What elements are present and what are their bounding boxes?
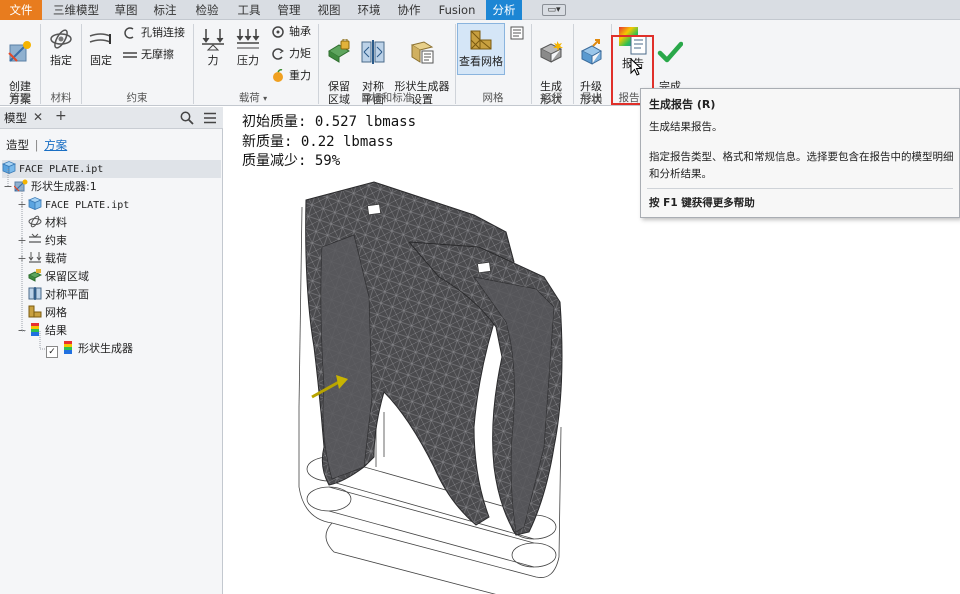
group-label-manage: 管理 bbox=[9, 92, 31, 104]
pin-hole-icon bbox=[124, 27, 134, 39]
gravity-button[interactable]: 重力 bbox=[270, 69, 311, 83]
mesh-settings-button[interactable] bbox=[509, 26, 528, 40]
tree-connector-lines bbox=[7, 169, 46, 350]
create-plan-icon bbox=[8, 41, 31, 62]
fixed-constraint-button[interactable]: 固定 bbox=[85, 26, 117, 67]
tooltip-title: 生成报告 (R) bbox=[649, 98, 716, 111]
group-label-material: 材料 bbox=[50, 92, 72, 104]
menu-tab-bar: 文件 三维模型 草图 标注 检验 工具 管理 视图 环境 协作 Fusion 分… bbox=[0, 0, 960, 20]
frictionless-icon bbox=[123, 52, 137, 58]
tab-analysis[interactable]: 分析 bbox=[486, 0, 522, 20]
tab-environments[interactable]: 环境 bbox=[352, 0, 386, 20]
fixed-constraint-icon bbox=[89, 33, 111, 44]
tab-file[interactable]: 文件 bbox=[0, 0, 42, 20]
tab-collaborate[interactable]: 协作 bbox=[392, 0, 426, 20]
tooltip-summary: 生成结果报告。 bbox=[649, 121, 723, 133]
optimized-mesh-body bbox=[305, 181, 563, 536]
frictionless-button[interactable]: 无摩擦 bbox=[122, 48, 174, 62]
frictionless-label: 无摩擦 bbox=[141, 48, 174, 61]
tab-fusion[interactable]: Fusion bbox=[434, 0, 480, 20]
tab-tools[interactable]: 工具 bbox=[232, 0, 266, 20]
fixed-label: 固定 bbox=[90, 54, 112, 67]
moment-icon bbox=[272, 48, 284, 60]
group-label-goals: 目标和标准 bbox=[360, 92, 414, 104]
results-icon bbox=[64, 341, 72, 354]
tab-manage[interactable]: 管理 bbox=[272, 0, 306, 20]
tab-3d-model[interactable]: 三维模型 bbox=[48, 0, 104, 20]
symmetry-plane-icon bbox=[361, 40, 385, 64]
pressure-icon bbox=[236, 29, 260, 49]
tab-sketch[interactable]: 草图 bbox=[110, 0, 142, 20]
group-label-constraints: 约束 bbox=[126, 92, 148, 104]
group-separator bbox=[318, 24, 319, 104]
group-label-export: 导出 bbox=[581, 92, 603, 104]
assign-material-icon bbox=[50, 29, 72, 49]
force-button[interactable]: 力 bbox=[197, 26, 229, 67]
bearing-label: 轴承 bbox=[289, 25, 311, 38]
group-label-mesh: 网格 bbox=[482, 92, 504, 104]
view-mesh-label: 查看网格 bbox=[459, 55, 503, 68]
loads-group-expand-icon[interactable]: ▾ bbox=[263, 94, 267, 103]
checkmark-icon bbox=[657, 41, 683, 63]
hamburger-menu-icon[interactable] bbox=[203, 112, 217, 124]
shape-generator-settings-icon bbox=[410, 41, 434, 64]
preserve-region-icon bbox=[328, 39, 350, 63]
moment-button[interactable]: 力矩 bbox=[270, 47, 311, 61]
assign-label: 指定 bbox=[50, 54, 72, 67]
generate-shape-icon bbox=[539, 41, 563, 63]
pin-hole-label: 孔销连接 bbox=[141, 26, 185, 39]
tooltip-help-text: 按 F1 键获得更多帮助 bbox=[649, 197, 755, 209]
loads-group-text: 载荷 bbox=[238, 92, 260, 104]
quick-access-dropdown[interactable]: ▭▾ bbox=[542, 4, 566, 16]
gravity-icon bbox=[273, 69, 283, 82]
pin-hole-button[interactable]: 孔销连接 bbox=[122, 26, 185, 40]
tab-annotate[interactable]: 标注 bbox=[148, 0, 182, 20]
force-icon bbox=[202, 29, 224, 51]
assign-material-button[interactable]: 指定 bbox=[44, 26, 78, 67]
tooltip-description: 指定报告类型、格式和常规信息。选择要包含在报告中的模型明细和分析结果。 bbox=[649, 151, 954, 180]
force-label: 力 bbox=[207, 54, 219, 67]
mesh-settings-icon bbox=[510, 26, 524, 40]
tooltip-divider bbox=[647, 188, 953, 189]
view-mesh-icon bbox=[470, 30, 492, 50]
tab-inspect[interactable]: 检验 bbox=[190, 0, 224, 20]
bearing-button[interactable]: 轴承 bbox=[270, 25, 311, 39]
promote-shape-icon bbox=[580, 39, 603, 65]
group-label-run: 运行 bbox=[541, 92, 563, 104]
tree-result-item-label: 形状生成器 bbox=[78, 342, 133, 355]
search-icon[interactable] bbox=[180, 111, 194, 125]
model-browser-panel: 模型 ✕ + 造型 | 方案 FACE PLATE.ipt − 形状生成器:1 +… bbox=[0, 107, 223, 594]
mouse-cursor-icon bbox=[630, 58, 643, 76]
view-mesh-button[interactable]: 查看网格 bbox=[457, 23, 505, 75]
pressure-label: 压力 bbox=[237, 54, 259, 67]
gravity-label: 重力 bbox=[289, 69, 311, 82]
bearing-icon bbox=[272, 26, 284, 38]
moment-label: 力矩 bbox=[289, 47, 311, 60]
report-tooltip: 生成报告 (R) 生成结果报告。 指定报告类型、格式和常规信息。选择要包含在报告… bbox=[640, 88, 960, 218]
tab-view[interactable]: 视图 bbox=[312, 0, 346, 20]
group-label-loads: 载荷 ▾ bbox=[194, 91, 312, 105]
pressure-button[interactable]: 压力 bbox=[232, 26, 264, 67]
